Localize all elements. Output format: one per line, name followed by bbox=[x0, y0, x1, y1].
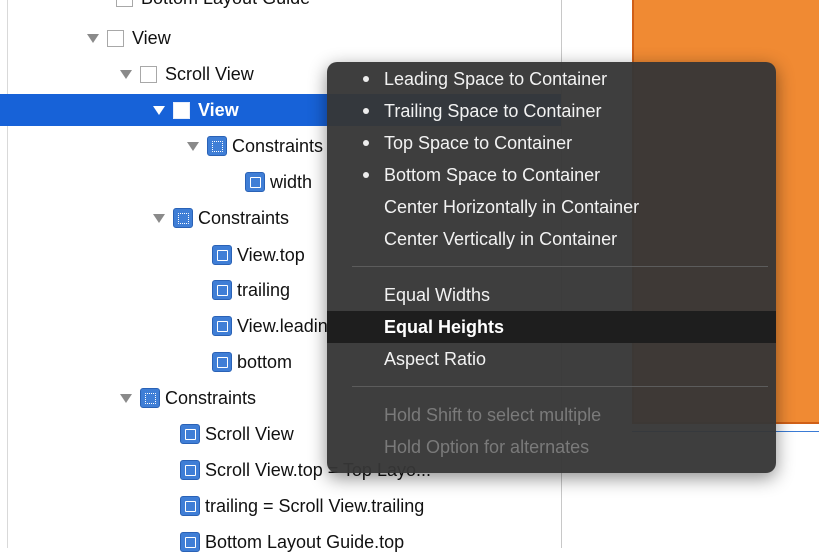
menu-item-bottom-space[interactable]: Bottom Space to Container bbox=[327, 159, 776, 191]
outline-row-label: View.leading bbox=[237, 315, 338, 336]
constraints-group-icon bbox=[207, 136, 227, 156]
outline-row-label: width bbox=[270, 171, 313, 192]
outline-row-label: bottom bbox=[237, 351, 293, 372]
menu-item-label: Trailing Space to Container bbox=[384, 100, 602, 121]
constraint-context-menu: Leading Space to Container Trailing Spac… bbox=[327, 62, 776, 473]
menu-item-aspect-ratio[interactable]: Aspect Ratio bbox=[327, 343, 776, 375]
bullet-icon bbox=[363, 76, 369, 82]
outline-row-label: Bottom Layout Guide bbox=[141, 0, 310, 9]
menu-hint-label: Hold Option for alternates bbox=[384, 436, 590, 457]
outline-row-label: View bbox=[198, 99, 239, 120]
bullet-icon bbox=[363, 172, 369, 178]
menu-item-center-vertically[interactable]: Center Vertically in Container bbox=[327, 223, 776, 255]
horizontal-constraint-icon bbox=[212, 280, 232, 300]
outline-row-label: Constraints bbox=[165, 387, 257, 408]
outline-row-view[interactable]: View bbox=[0, 22, 561, 54]
disclosure-triangle-icon[interactable] bbox=[87, 33, 99, 43]
menu-hint-label: Hold Shift to select multiple bbox=[384, 404, 602, 425]
menu-item-trailing-space[interactable]: Trailing Space to Container bbox=[327, 95, 776, 127]
width-constraint-icon bbox=[245, 172, 265, 192]
menu-item-label: Equal Heights bbox=[384, 316, 505, 337]
menu-item-leading-space[interactable]: Leading Space to Container bbox=[327, 63, 776, 95]
view-icon bbox=[107, 29, 124, 47]
vertical-constraint-icon bbox=[180, 532, 200, 552]
constraints-group-icon bbox=[173, 208, 193, 228]
disclosure-triangle-icon[interactable] bbox=[153, 213, 165, 223]
vertical-constraint-icon bbox=[180, 460, 200, 480]
view-icon bbox=[173, 101, 190, 119]
menu-item-label: Center Horizontally in Container bbox=[384, 196, 640, 217]
disclosure-triangle-icon[interactable] bbox=[120, 393, 132, 403]
outline-row-label: trailing bbox=[237, 279, 291, 300]
horizontal-constraint-icon bbox=[180, 424, 200, 444]
outline-row-constraint-scroll-trailing[interactable]: trailing = Scroll View.trailing bbox=[0, 490, 561, 522]
outline-row-label: View bbox=[132, 27, 171, 48]
vertical-constraint-icon bbox=[212, 352, 232, 372]
outline-row-label: Bottom Layout Guide.top bbox=[205, 531, 405, 552]
menu-item-label: Top Space to Container bbox=[384, 132, 573, 153]
disclosure-triangle-icon[interactable] bbox=[120, 69, 132, 79]
scroll-view-icon bbox=[140, 65, 157, 83]
bullet-icon bbox=[363, 108, 369, 114]
vertical-constraint-icon bbox=[212, 245, 232, 265]
menu-item-label: Aspect Ratio bbox=[384, 348, 487, 369]
menu-item-label: Equal Widths bbox=[384, 284, 491, 305]
menu-separator bbox=[352, 266, 768, 267]
outline-row-constraint-bottom-layout-guide[interactable]: Bottom Layout Guide.top bbox=[0, 526, 561, 558]
menu-hint-option: Hold Option for alternates bbox=[327, 431, 776, 463]
horizontal-constraint-icon bbox=[180, 496, 200, 516]
outline-row-label: Scroll View bbox=[205, 423, 294, 444]
constraints-group-icon bbox=[140, 388, 160, 408]
bullet-icon bbox=[363, 140, 369, 146]
horizontal-constraint-icon bbox=[212, 316, 232, 336]
outline-row-label: Constraints bbox=[232, 135, 324, 156]
disclosure-triangle-icon[interactable] bbox=[187, 141, 199, 151]
menu-item-equal-heights[interactable]: Equal Heights bbox=[327, 311, 776, 343]
menu-item-label: Leading Space to Container bbox=[384, 68, 608, 89]
layout-guide-icon bbox=[116, 0, 133, 7]
menu-item-label: Bottom Space to Container bbox=[384, 164, 601, 185]
menu-item-center-horizontally[interactable]: Center Horizontally in Container bbox=[327, 191, 776, 223]
outline-row-label: Constraints bbox=[198, 207, 290, 228]
outline-row-bottom-layout-guide[interactable]: Bottom Layout Guide bbox=[0, 0, 561, 14]
outline-row-label: Scroll View bbox=[165, 63, 254, 84]
menu-item-equal-widths[interactable]: Equal Widths bbox=[327, 279, 776, 311]
disclosure-triangle-icon[interactable] bbox=[153, 105, 165, 115]
menu-hint-shift: Hold Shift to select multiple bbox=[327, 399, 776, 431]
menu-separator bbox=[352, 386, 768, 387]
outline-row-label: View.top bbox=[237, 244, 305, 265]
menu-item-label: Center Vertically in Container bbox=[384, 228, 618, 249]
menu-item-top-space[interactable]: Top Space to Container bbox=[327, 127, 776, 159]
outline-row-label: trailing = Scroll View.trailing bbox=[205, 495, 425, 516]
